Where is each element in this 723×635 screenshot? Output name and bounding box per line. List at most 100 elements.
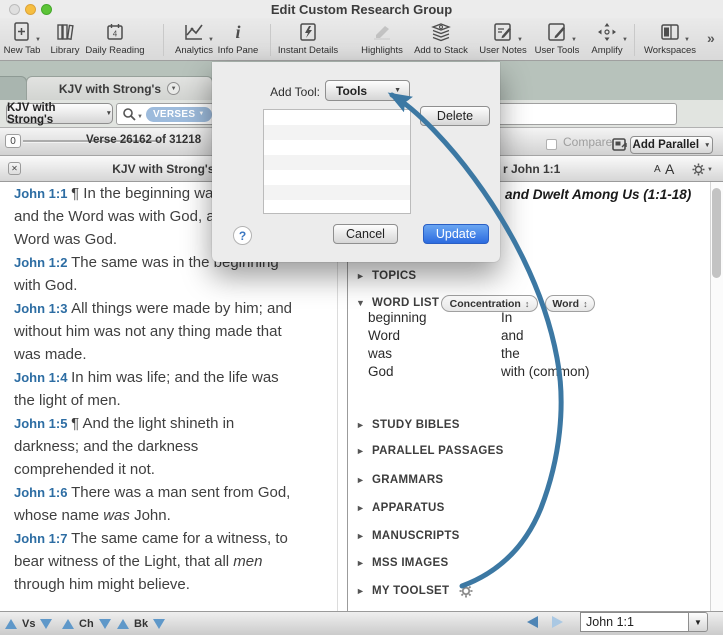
- word-list-value: the: [501, 346, 520, 361]
- disclosure-triangle-icon[interactable]: ►: [356, 558, 365, 568]
- add-parallel-button[interactable]: Add Parallel ▼: [630, 136, 713, 154]
- dropdown-caret-icon: ▼: [694, 618, 702, 627]
- delete-button[interactable]: Delete: [420, 106, 490, 126]
- concentration-sort-dropdown[interactable]: Concentration↕: [441, 295, 538, 312]
- word-list-value: with (common): [501, 364, 590, 379]
- word-list-word[interactable]: God: [368, 364, 394, 379]
- chapter-down-button[interactable]: [99, 619, 111, 629]
- section-study-bibles[interactable]: ► STUDY BIBLES: [356, 418, 460, 432]
- calendar-icon: 4: [104, 20, 126, 44]
- tab-menu-button[interactable]: ▼: [167, 82, 180, 95]
- tool-type-dropdown[interactable]: Tools ▼: [325, 80, 410, 101]
- tab-kjv-with-strongs[interactable]: KJV with Strong's ▼: [26, 76, 213, 100]
- disclosure-triangle-icon[interactable]: ►: [356, 475, 365, 485]
- toolbar-daily-reading[interactable]: 4 Daily Reading: [72, 20, 158, 56]
- version-dropdown-button[interactable]: KJV with Strong's ▼: [6, 103, 113, 124]
- section-manuscripts[interactable]: ► MANUSCRIPTS: [356, 529, 460, 543]
- main-toolbar: ▼ New Tab Library 4 Daily Reading ▼ Anal…: [0, 18, 723, 61]
- section-my-toolset[interactable]: ► MY TOOLSET: [356, 584, 473, 598]
- disclosure-triangle-icon[interactable]: ▼: [356, 298, 365, 308]
- verse-nav-group: Vs: [5, 618, 52, 630]
- word-list-word[interactable]: Word: [368, 328, 400, 343]
- word-list-word[interactable]: was: [368, 346, 392, 361]
- word-list-word[interactable]: beginning: [368, 310, 427, 325]
- study-bible-heading: and Dwelt Among Us (1:1-18): [505, 187, 691, 202]
- dropdown-caret-icon: ▼: [684, 37, 690, 43]
- workspaces-icon: ▼: [659, 20, 681, 44]
- window-title: Edit Custom Research Group: [0, 2, 723, 17]
- verse-ref[interactable]: John 1:6: [14, 485, 71, 500]
- title-bar: Edit Custom Research Group: [0, 0, 723, 18]
- updown-arrows-icon: ↕: [583, 299, 588, 309]
- disclosure-triangle-icon[interactable]: ►: [356, 586, 365, 596]
- dropdown-caret-icon: ▼: [707, 167, 713, 173]
- book-nav-group: Bk: [117, 618, 165, 630]
- section-mss-images[interactable]: ► MSS IMAGES: [356, 556, 448, 570]
- section-parallel-passages[interactable]: ► PARALLEL PASSAGES: [356, 444, 504, 458]
- updown-arrows-icon: ↕: [525, 299, 530, 309]
- verse-ref[interactable]: John 1:2: [14, 255, 71, 270]
- highlighter-icon: [370, 20, 394, 44]
- svg-text:4: 4: [113, 30, 118, 39]
- verse-down-button[interactable]: [40, 619, 52, 629]
- font-larger-button[interactable]: A: [665, 161, 674, 177]
- disclosure-triangle-icon[interactable]: ►: [356, 503, 365, 513]
- section-word-list[interactable]: ▼ WORD LIST: [356, 296, 439, 310]
- search-icon[interactable]: [122, 107, 136, 121]
- toolbar-workspaces[interactable]: ▼ Workspaces: [627, 20, 713, 56]
- book-down-button[interactable]: [153, 619, 165, 629]
- word-list-value: and: [501, 328, 524, 343]
- dropdown-caret-icon: ▼: [106, 110, 112, 117]
- verse-slider-handle[interactable]: 0: [5, 134, 21, 148]
- user-notes-icon: ▼: [492, 20, 514, 44]
- stack-icon: [429, 20, 453, 44]
- add-tool-label: Add Tool:: [240, 85, 320, 99]
- instant-details-icon: [297, 20, 319, 44]
- chapter-up-button[interactable]: [62, 619, 74, 629]
- toolbar-overflow-chevron[interactable]: »: [707, 30, 715, 46]
- tool-list-box[interactable]: [263, 109, 411, 214]
- dropdown-caret-icon: ▼: [198, 111, 204, 117]
- verse-ref[interactable]: John 1:5: [14, 416, 71, 431]
- dropdown-caret-icon: ▼: [704, 142, 710, 149]
- reference-dropdown-button[interactable]: ▼: [688, 612, 708, 632]
- dropdown-caret-icon: ▼: [394, 87, 401, 94]
- app-window: Edit Custom Research Group ▼ New Tab Lib…: [0, 0, 723, 635]
- compare-label: Compare: [563, 135, 612, 149]
- verse-ref[interactable]: John 1:4: [14, 370, 71, 385]
- disclosure-triangle-icon[interactable]: ►: [356, 531, 365, 541]
- amplify-icon: ▼: [595, 20, 619, 44]
- disclosure-triangle-icon[interactable]: ►: [356, 420, 365, 430]
- history-back-button[interactable]: [527, 616, 538, 628]
- pane-settings-button[interactable]: ▼: [692, 163, 713, 176]
- background-tab-stub[interactable]: [0, 76, 27, 100]
- right-pane-scrollbar-thumb[interactable]: [712, 188, 721, 278]
- section-apparatus[interactable]: ► APPARATUS: [356, 501, 445, 515]
- edit-custom-research-group-dialog: Add Tool: Tools ▼ Delete ? Cancel Update: [212, 62, 500, 262]
- disclosure-triangle-icon[interactable]: ►: [356, 271, 365, 281]
- compare-checkbox[interactable]: [546, 139, 557, 150]
- verse-count-status: Verse 26162 of 31218: [86, 134, 201, 146]
- verses-scope-pill[interactable]: VERSES▼: [146, 107, 212, 122]
- word-list-value: In: [501, 310, 512, 325]
- pane-detach-icon[interactable]: [612, 137, 628, 157]
- verse-ref[interactable]: John 1:7: [14, 531, 71, 546]
- disclosure-triangle-icon[interactable]: ►: [356, 446, 365, 456]
- verse-up-button[interactable]: [5, 619, 17, 629]
- info-icon: i: [235, 20, 240, 44]
- right-pane-title: r John 1:1: [503, 162, 560, 176]
- help-button[interactable]: ?: [233, 226, 252, 245]
- verse-ref[interactable]: John 1:1: [14, 186, 71, 201]
- book-up-button[interactable]: [117, 619, 129, 629]
- font-smaller-button[interactable]: A: [654, 164, 661, 175]
- update-button[interactable]: Update: [423, 224, 489, 244]
- section-grammars[interactable]: ► GRAMMARS: [356, 473, 443, 487]
- reference-input[interactable]: [580, 612, 689, 632]
- my-toolset-gear-icon[interactable]: [459, 584, 473, 598]
- section-topics[interactable]: ► TOPICS: [356, 269, 416, 283]
- chapter-nav-group: Ch: [62, 618, 111, 630]
- cancel-button[interactable]: Cancel: [333, 224, 398, 244]
- history-forward-button[interactable]: [552, 616, 563, 628]
- word-sort-dropdown[interactable]: Word↕: [545, 295, 595, 312]
- verse-ref[interactable]: John 1:3: [14, 301, 71, 316]
